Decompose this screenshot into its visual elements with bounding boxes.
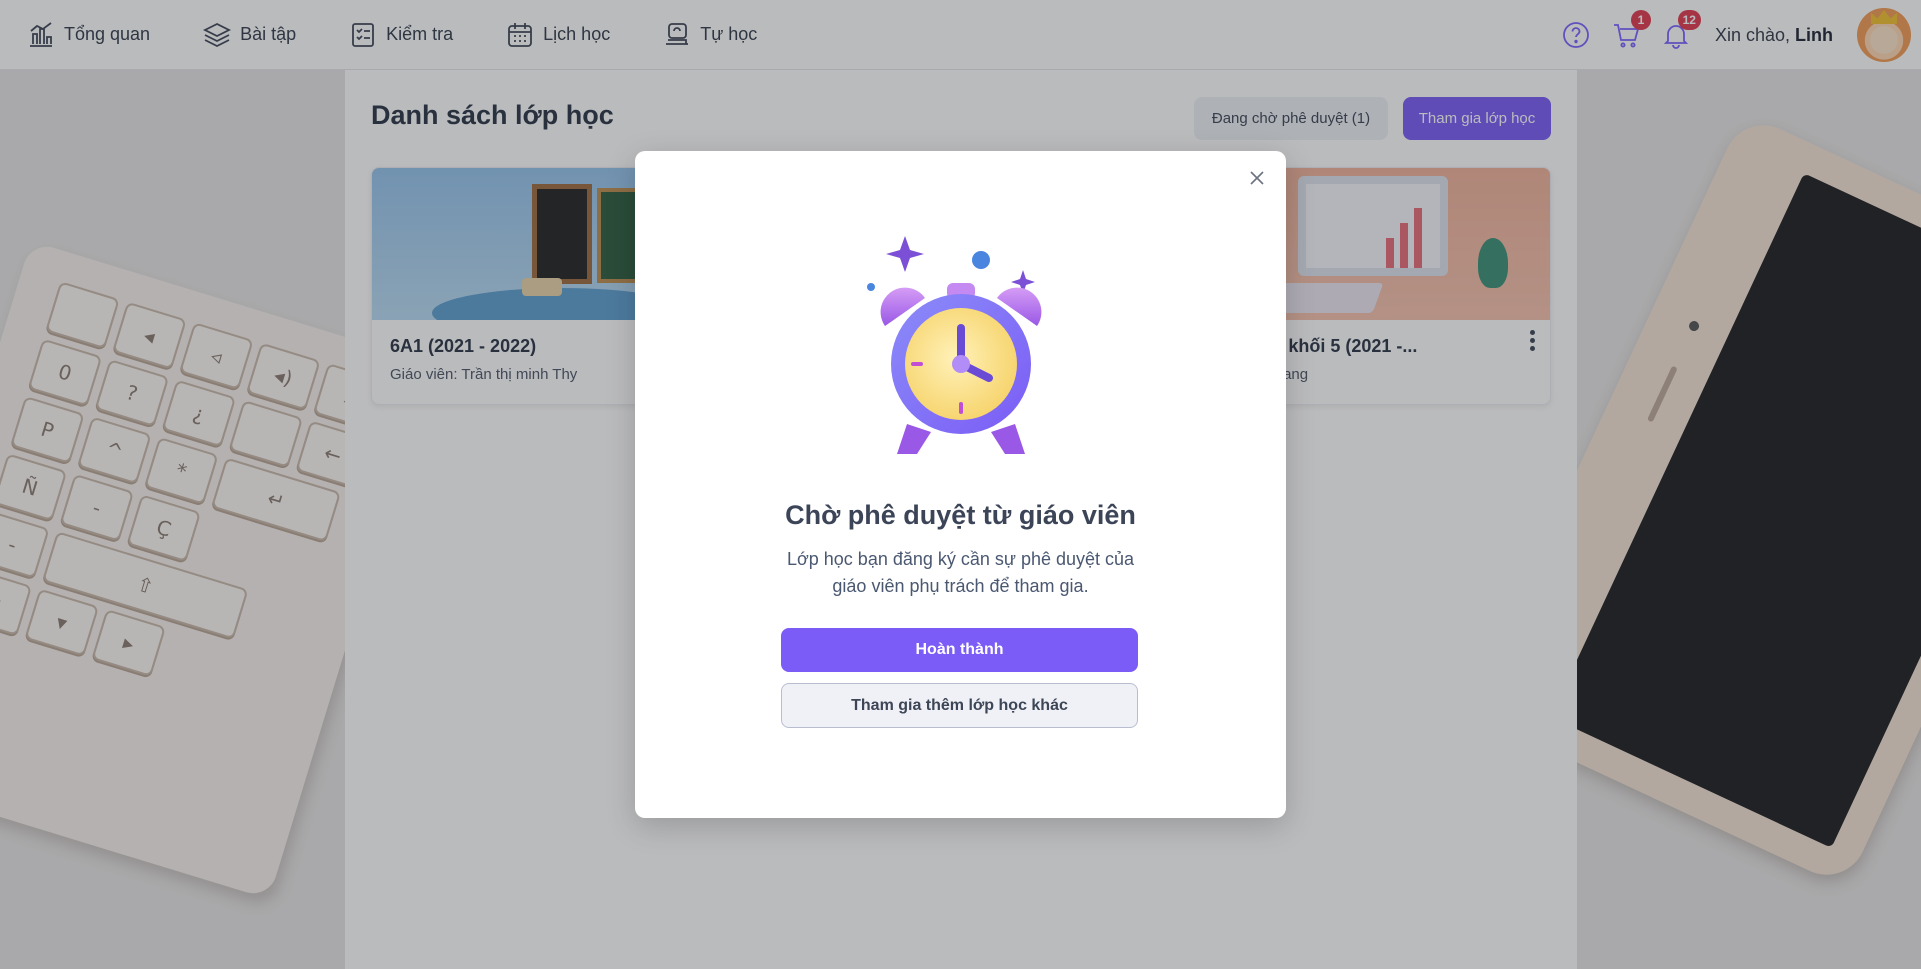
close-icon — [1250, 171, 1264, 185]
modal-description-line: Lớp học bạn đăng ký cần sự phê duyệt của — [786, 549, 1135, 569]
join-another-class-button[interactable]: Tham gia thêm lớp học khác — [781, 683, 1138, 728]
close-button[interactable] — [1246, 167, 1268, 189]
approval-pending-modal: Chờ phê duyệt từ giáo viên Lớp học bạn đ… — [635, 151, 1286, 818]
done-button[interactable]: Hoàn thành — [781, 628, 1138, 672]
alarm-clock-icon — [867, 236, 1042, 454]
modal-description: Lớp học bạn đăng ký cần sự phê duyệt của… — [775, 546, 1146, 600]
modal-title: Chờ phê duyệt từ giáo viên — [785, 500, 1136, 530]
modal-description-line: giáo viên phụ trách để tham gia. — [832, 576, 1089, 596]
